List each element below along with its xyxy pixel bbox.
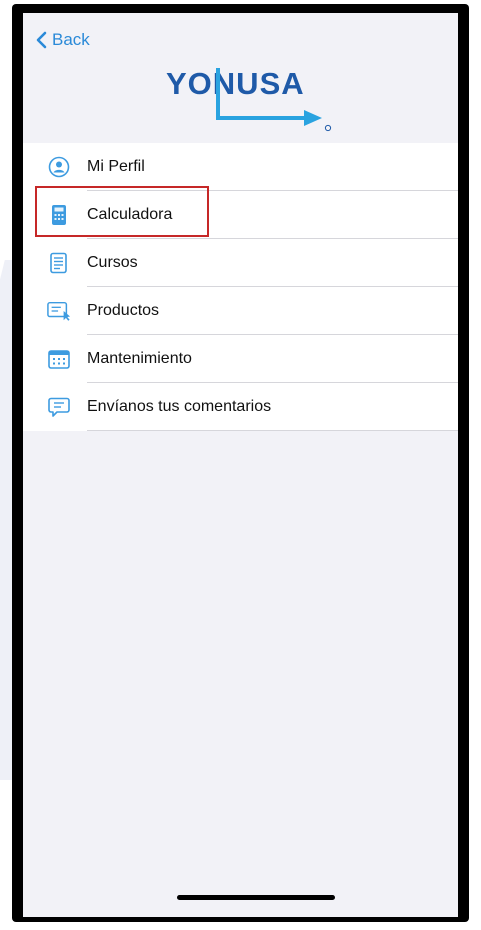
menu-item-mi-perfil[interactable]: Mi Perfil (23, 143, 458, 191)
back-label: Back (52, 30, 90, 49)
products-icon (47, 299, 71, 323)
menu-item-mantenimiento[interactable]: Mantenimiento (23, 335, 458, 383)
comment-icon (47, 395, 71, 419)
menu-item-label: Cursos (87, 254, 138, 271)
divider (87, 430, 458, 431)
chevron-left-icon (36, 31, 47, 49)
menu-item-cursos[interactable]: Cursos (23, 239, 458, 287)
menu-item-comentarios[interactable]: Envíanos tus comentarios (23, 383, 458, 431)
app-screen: Back YONUSA Mi Perfil Calculadora Cursos… (23, 13, 458, 917)
courses-icon (47, 251, 71, 275)
logo-arrow-icon (216, 68, 332, 132)
back-button[interactable]: Back (36, 30, 90, 50)
profile-icon (47, 155, 71, 179)
calendar-icon (47, 347, 71, 371)
yonusa-logo: YONUSA (156, 56, 336, 136)
menu-item-label: Envíanos tus comentarios (87, 398, 272, 415)
home-indicator[interactable] (177, 895, 335, 900)
menu-item-label: Mantenimiento (87, 350, 192, 367)
menu-item-label: Productos (87, 302, 160, 319)
phone-frame: Back YONUSA Mi Perfil Calculadora Cursos… (12, 4, 469, 922)
highlight-box (35, 186, 209, 237)
menu-item-label: Mi Perfil (87, 158, 145, 175)
menu-item-productos[interactable]: Productos (23, 287, 458, 335)
